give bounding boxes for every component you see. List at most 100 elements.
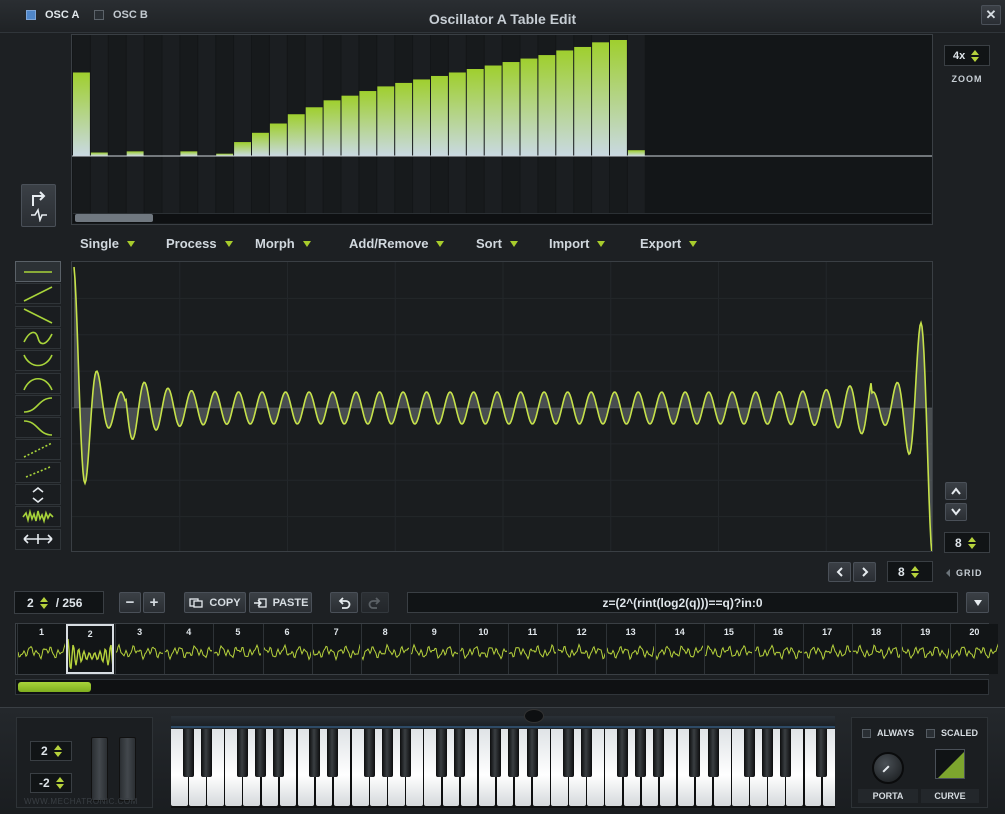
shape-sine-button[interactable] — [15, 327, 61, 349]
piano-black-key[interactable] — [436, 729, 447, 777]
copy-button[interactable]: COPY — [184, 592, 246, 613]
always-checkbox[interactable] — [862, 728, 871, 738]
piano-black-key[interactable] — [236, 729, 248, 777]
shape-s-curve-up-button[interactable] — [15, 394, 61, 416]
harmonic-bar[interactable] — [431, 75, 448, 156]
harmonic-bar[interactable] — [610, 40, 627, 156]
menu-single[interactable]: Single — [80, 236, 136, 251]
octave-b-selector[interactable]: -2 — [30, 773, 72, 793]
frame-thumbnail[interactable]: 11 — [508, 624, 556, 674]
grid-vertical-selector[interactable]: 8 — [944, 532, 990, 553]
frame-spinner-icon[interactable] — [39, 596, 48, 609]
harmonic-bar[interactable] — [359, 91, 377, 156]
harmonic-bar[interactable] — [627, 150, 645, 156]
harmonic-slot[interactable] — [108, 35, 126, 213]
spectrum-scrollbar-thumb[interactable] — [75, 214, 153, 222]
spectrum-panel[interactable] — [71, 34, 933, 225]
undo-button[interactable] — [330, 592, 358, 613]
frame-thumbnail[interactable]: 20 — [949, 624, 998, 674]
shape-stretch-arrows-button[interactable] — [15, 528, 61, 550]
menu-sort[interactable]: Sort — [476, 236, 518, 251]
harmonic-bar[interactable] — [234, 142, 251, 156]
piano-black-key[interactable] — [707, 729, 719, 777]
frame-counter[interactable]: 2 / 256 — [14, 591, 104, 614]
harmonic-bar[interactable] — [269, 123, 287, 156]
piano-black-key[interactable] — [381, 729, 393, 777]
pitch-wheel[interactable] — [91, 737, 108, 801]
zoom-spinner-icon[interactable] — [971, 49, 980, 62]
harmonic-bar[interactable] — [466, 69, 484, 156]
close-button[interactable]: ✕ — [981, 5, 1001, 25]
add-frame-button[interactable]: + — [143, 592, 165, 613]
piano-black-key[interactable] — [689, 729, 701, 777]
frame-thumbnail[interactable]: 4 — [164, 624, 213, 674]
shape-dotted-ramp-up-button[interactable] — [15, 439, 61, 461]
piano-black-key[interactable] — [327, 729, 339, 777]
paste-button[interactable]: PASTE — [249, 592, 312, 613]
shape-expand-arrows-button[interactable] — [15, 484, 61, 505]
piano-black-key[interactable] — [526, 729, 538, 777]
grid-vertical-spinner-icon[interactable] — [967, 536, 976, 549]
scroll-down-button[interactable] — [945, 503, 967, 521]
piano-black-key[interactable] — [200, 729, 212, 777]
harmonic-bar[interactable] — [252, 132, 269, 156]
frame-thumbnail[interactable]: 1 — [17, 624, 65, 674]
frame-thumbnail[interactable]: 7 — [311, 624, 360, 674]
frame-thumbnail[interactable]: 10 — [458, 624, 507, 674]
porta-knob[interactable] — [872, 752, 904, 784]
shape-s-curve-down-button[interactable] — [15, 417, 61, 439]
frame-thumbnail[interactable]: 12 — [557, 624, 606, 674]
harmonic-bar[interactable] — [484, 65, 502, 156]
piano-black-key[interactable] — [779, 729, 791, 777]
piano-black-key[interactable] — [508, 729, 520, 777]
harmonic-bar[interactable] — [592, 42, 609, 156]
menu-add-remove[interactable]: Add/Remove — [349, 236, 445, 251]
shape-noise-button[interactable] — [15, 506, 61, 528]
frame-thumbnail[interactable]: 19 — [900, 624, 949, 674]
harmonic-slot[interactable] — [162, 35, 180, 213]
frame-thumbnail[interactable]: 8 — [360, 624, 409, 674]
harmonic-spectrum[interactable] — [72, 35, 933, 225]
harmonic-bar[interactable] — [413, 79, 430, 156]
curve-display[interactable] — [935, 749, 965, 779]
grid-horizontal-spinner-icon[interactable] — [910, 565, 919, 578]
prev-button[interactable] — [828, 562, 851, 582]
harmonic-slot[interactable] — [144, 35, 162, 213]
formula-field[interactable]: z=(2^(rint(log2(q)))==q)?in:0 — [407, 592, 958, 613]
piano-black-key[interactable] — [653, 729, 665, 777]
piano-black-key[interactable] — [363, 729, 375, 777]
waveform-display[interactable] — [72, 262, 933, 552]
harmonic-slot[interactable] — [252, 35, 269, 213]
octave-a-selector[interactable]: 2 — [30, 741, 72, 761]
harmonic-slot[interactable] — [234, 35, 251, 213]
shape-dotted-ramp-small-button[interactable] — [15, 461, 61, 483]
menu-export[interactable]: Export — [640, 236, 698, 251]
harmonic-bar[interactable] — [377, 86, 395, 156]
frame-scrollbar-thumb[interactable] — [18, 682, 91, 692]
piano-black-key[interactable] — [580, 729, 592, 777]
frame-thumbnail[interactable]: 15 — [704, 624, 753, 674]
frame-thumbnail[interactable]: 6 — [262, 624, 311, 674]
harmonic-bar[interactable] — [520, 58, 538, 156]
harmonic-slot[interactable] — [627, 35, 645, 213]
harmonic-slot[interactable] — [180, 35, 198, 213]
frame-thumbnail[interactable]: 16 — [753, 624, 802, 674]
shape-sine-inverted-button[interactable] — [15, 350, 61, 372]
piano-black-key[interactable] — [454, 729, 466, 777]
harmonic-slot[interactable] — [198, 35, 216, 213]
octave-a-spinner-icon[interactable] — [53, 745, 62, 757]
harmonic-bar[interactable] — [556, 50, 574, 156]
scaled-checkbox[interactable] — [926, 728, 935, 738]
harmonic-bar[interactable] — [448, 72, 466, 156]
piano-black-key[interactable] — [761, 729, 773, 777]
piano-black-key[interactable] — [816, 729, 828, 777]
piano-black-key[interactable] — [255, 729, 266, 777]
piano-black-key[interactable] — [273, 729, 285, 777]
remove-frame-button[interactable]: − — [119, 592, 141, 613]
frame-thumbnail[interactable]: 13 — [606, 624, 655, 674]
frame-thumbnail[interactable]: 14 — [655, 624, 704, 674]
edit-mode-button[interactable] — [21, 184, 56, 227]
scroll-up-button[interactable] — [945, 482, 967, 500]
harmonic-bar[interactable] — [323, 100, 341, 156]
grid-horizontal-selector[interactable]: 8 — [887, 561, 933, 582]
